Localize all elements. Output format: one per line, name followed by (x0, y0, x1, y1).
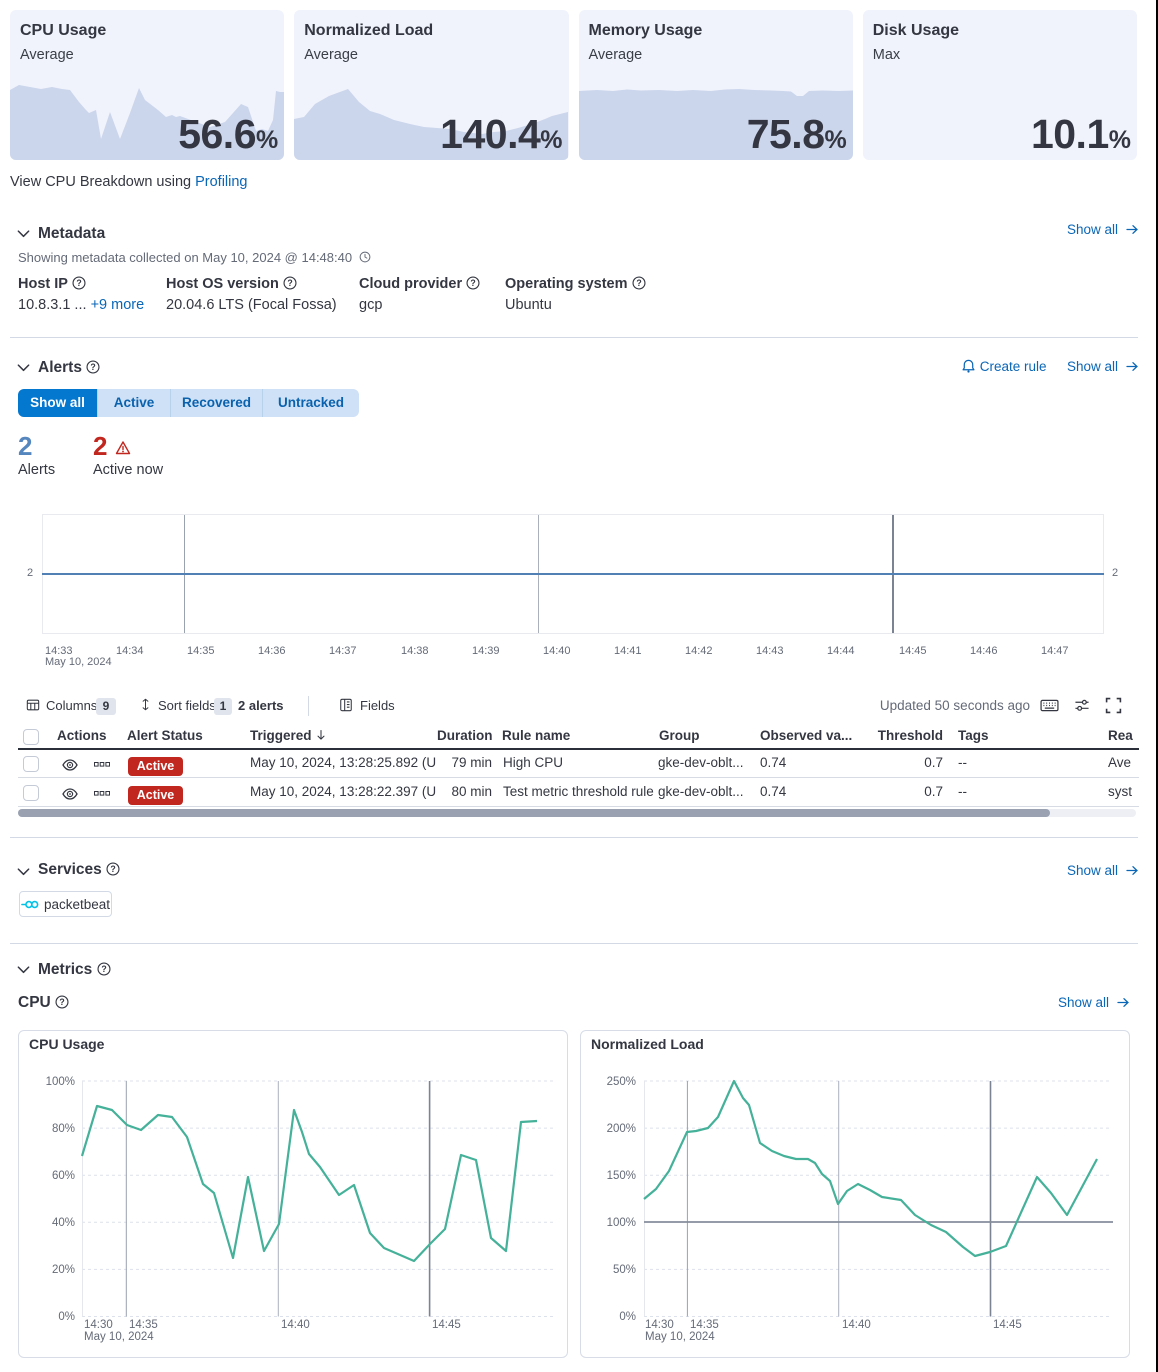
svg-text:14:40: 14:40 (842, 1319, 871, 1331)
svg-text:?: ? (636, 278, 641, 288)
svg-text:14:45: 14:45 (993, 1319, 1022, 1331)
svg-text:?: ? (110, 864, 115, 874)
svg-text:14:35: 14:35 (690, 1319, 719, 1331)
svg-text:?: ? (101, 964, 106, 974)
svg-text:0%: 0% (619, 1311, 636, 1323)
svg-text:14:40: 14:40 (281, 1319, 310, 1331)
svg-text:20%: 20% (52, 1264, 75, 1276)
svg-text:150%: 150% (607, 1170, 636, 1182)
svg-text:May 10, 2024: May 10, 2024 (84, 1331, 154, 1343)
svg-text:100%: 100% (46, 1076, 75, 1088)
svg-text:14:30: 14:30 (645, 1319, 674, 1331)
svg-text:100%: 100% (607, 1217, 636, 1229)
svg-text:40%: 40% (52, 1217, 75, 1229)
svg-text:200%: 200% (607, 1123, 636, 1135)
svg-text:?: ? (59, 997, 64, 1007)
svg-text:14:35: 14:35 (129, 1319, 158, 1331)
svg-text:80%: 80% (52, 1123, 75, 1135)
svg-text:14:45: 14:45 (432, 1319, 461, 1331)
svg-text:?: ? (287, 278, 292, 288)
svg-text:?: ? (76, 278, 81, 288)
svg-text:60%: 60% (52, 1170, 75, 1182)
svg-text:?: ? (470, 278, 475, 288)
svg-text:250%: 250% (607, 1076, 636, 1088)
svg-text:14:30: 14:30 (84, 1319, 113, 1331)
svg-text:0%: 0% (58, 1311, 75, 1323)
svg-text:50%: 50% (613, 1264, 636, 1276)
svg-text:?: ? (91, 362, 96, 372)
svg-text:May 10, 2024: May 10, 2024 (645, 1331, 715, 1343)
